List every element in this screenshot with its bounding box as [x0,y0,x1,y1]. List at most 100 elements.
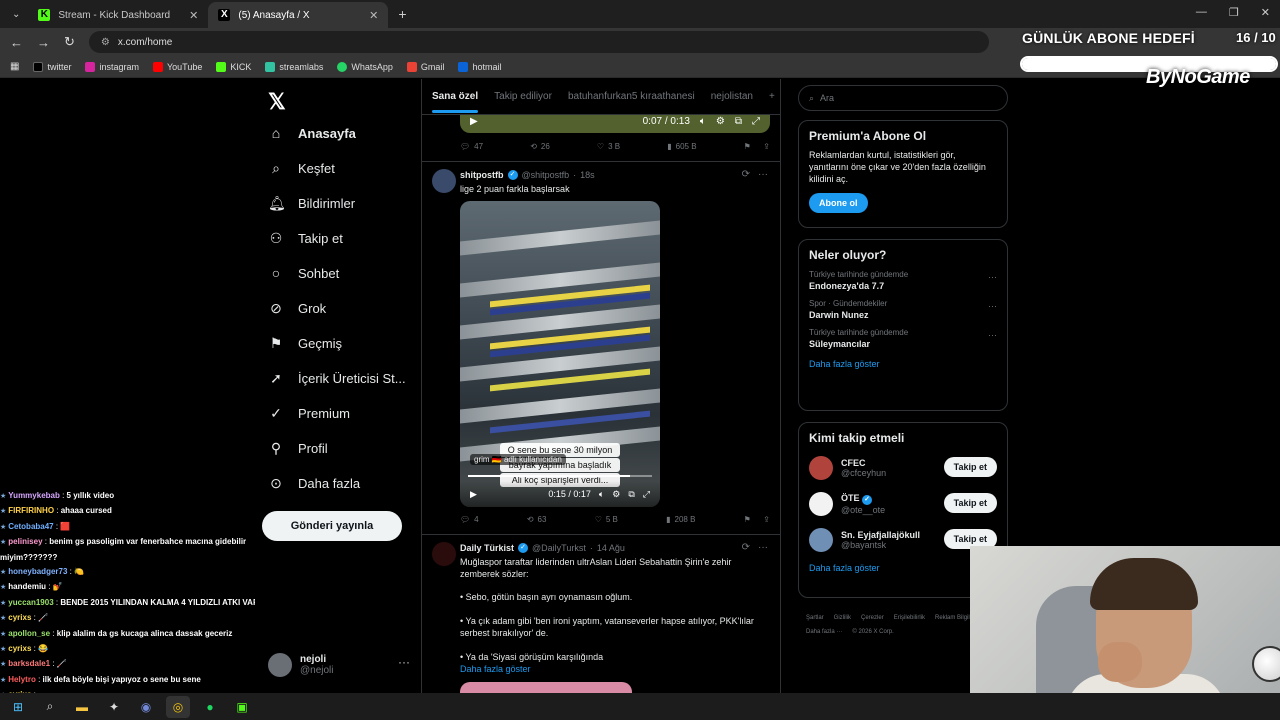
chrome-icon[interactable]: ◎ [166,695,190,718]
account-more-icon[interactable]: ··· [398,655,410,669]
grok-explain-icon[interactable]: ⟳ [742,542,750,553]
play-icon[interactable]: ▶ [470,116,478,127]
bookmark-icon[interactable]: ⚑ [744,142,751,151]
show-more-trends-link[interactable]: Daha fazla göster [809,359,997,369]
reply-button[interactable]: 💬︎ 4 [460,515,479,524]
nav-bookmarks[interactable]: ⚑ Geçmiş [268,335,342,352]
tab-search-chevron-icon[interactable]: ⌄ [4,9,28,28]
browser-tab-x[interactable]: X (5) Anasayfa / X ✕ [208,2,389,28]
share-icon[interactable]: ⇪ [763,142,770,151]
follow-button[interactable]: Takip et [943,457,997,477]
nav-grok[interactable]: ⊘ Grok [268,300,326,317]
search-icon[interactable]: ⌕ [38,696,62,718]
reply-button[interactable]: 💬︎ 47 [460,142,483,151]
show-more-follow-link[interactable]: Daha fazla göster [809,563,997,573]
spotify-icon[interactable]: ● [198,696,222,718]
nav-more[interactable]: ⊙ Daha fazla [268,475,360,492]
more-options-icon[interactable]: ··· [988,301,997,311]
footer-link-cookies[interactable]: Çerezler [861,611,884,625]
nav-explore[interactable]: ⌕ Keşfet [268,160,335,177]
tab-for-you[interactable]: Sana özel [432,91,479,113]
footer-link-accessibility[interactable]: Erişilebilirlik [894,611,925,625]
fullscreen-icon[interactable]: ⤢ [752,116,760,127]
pip-icon[interactable]: ⧉ [735,116,742,127]
avatar[interactable] [432,542,456,566]
share-icon[interactable]: ⇪ [763,515,770,524]
bookmark-gmail[interactable]: Gmail [406,61,444,72]
file-explorer-icon[interactable]: ▬ [70,696,94,718]
x-logo-icon[interactable]: 𝕏 [268,89,286,115]
url-input[interactable]: ⚙ x.com/home [88,31,989,53]
trend-item[interactable]: Türkiye tarihinde gündemde Süleymancılar… [809,328,997,349]
nav-creator-studio[interactable]: ➚ İçerik Üreticisi St... [268,370,406,387]
nav-home[interactable]: ⌂ Anasayfa [268,125,356,141]
author-name[interactable]: shitpostfb [460,170,504,180]
forward-icon[interactable]: → [37,35,50,50]
browser-tab-kick[interactable]: K Stream - Kick Dashboard ✕ [28,2,208,28]
more-options-icon[interactable]: ··· [758,169,768,180]
nav-notifications[interactable]: 🔔︎ Bildirimler [268,195,355,212]
new-tab-button[interactable]: + [388,6,416,28]
tab-list-kiraathane[interactable]: batuhanfurkan5 kıraathanesi [568,91,695,102]
bookmark-streamlabs[interactable]: streamlabs [265,61,323,72]
settings-gear-icon[interactable]: ⚙ [612,489,620,500]
discord-icon[interactable]: ◉ [134,696,158,718]
back-icon[interactable]: ← [10,35,23,50]
follow-suggestion[interactable]: Sn. Eyjafjallajökull @bayantsk Takip et [809,527,997,553]
bookmark-kick[interactable]: KICK [216,61,251,72]
play-icon[interactable]: ▶ [470,489,477,500]
nav-premium[interactable]: ✓ Premium [268,405,350,422]
grok-explain-icon[interactable]: ⟳ [742,169,750,180]
subscribe-button[interactable]: Abone ol [809,193,868,213]
close-icon[interactable]: ✕ [369,9,378,22]
nav-follow[interactable]: ⚇ Takip et [268,230,343,247]
views-button[interactable]: ▮ 208 B [666,515,695,524]
search-input[interactable]: ⌕ Ara [798,85,1008,111]
close-icon[interactable]: ✕ [189,9,198,22]
video-mention-tag[interactable]: grim 🇩🇪 adlı kullanıcıdan [470,454,566,465]
trend-item[interactable]: Spor · Gündemdekiler Darwin Nunez ··· [809,299,997,320]
post-button[interactable]: Gönderi yayınla [262,511,402,541]
bookmark-twitter[interactable]: twitter [33,61,71,72]
post-image[interactable] [460,682,632,693]
bookmark-whatsapp[interactable]: WhatsApp [337,61,393,72]
apps-grid-icon[interactable]: ▦ [10,61,19,72]
footer-link-privacy[interactable]: Gizlilik [834,611,851,625]
nav-profile[interactable]: ⚲ Profil [268,440,328,457]
repost-button[interactable]: ⟲ 63 [527,515,547,524]
tab-list-nejolistan[interactable]: nejolistan [711,91,753,102]
follow-suggestion[interactable]: CFEC @cfceyhun Takip et [809,455,997,481]
like-button[interactable]: ♡ 5 B [595,515,618,524]
footer-link-more[interactable]: Daha fazla ··· [806,625,842,639]
volume-icon[interactable]: 🔈︎ [599,489,604,500]
settings-gear-icon[interactable]: ⚙ [716,116,725,127]
fullscreen-icon[interactable]: ⤢ [643,489,650,500]
add-tab-icon[interactable]: + [769,91,775,102]
author-name[interactable]: Daily Türkist [460,543,514,553]
show-more-link[interactable]: Daha fazla göster [460,663,770,675]
site-info-icon[interactable]: ⚙ [101,37,110,48]
windows-start-icon[interactable]: ⊞ [6,696,30,718]
pip-icon[interactable]: ⧉ [628,489,634,500]
bookmark-instagram[interactable]: instagram [85,61,139,72]
close-window-icon[interactable]: ✕ [1261,6,1270,19]
views-button[interactable]: ▮ 605 B [667,142,696,151]
repost-button[interactable]: ⟲ 26 [530,142,550,151]
post-time[interactable]: 14 Ağu [597,543,625,553]
follow-suggestion[interactable]: ÖTE ✓ @ote__ote Takip et [809,491,997,517]
nav-chat[interactable]: ○ Sohbet [268,265,339,281]
post-video[interactable]: O sene bu sene 30 milyon bayrak yapımına… [460,201,660,507]
post-time[interactable]: 18s [580,170,595,180]
volume-icon[interactable]: 🔈︎ [700,116,706,127]
author-handle[interactable]: @shitpostfb [522,170,570,180]
restore-icon[interactable]: ❐ [1229,6,1239,19]
author-handle[interactable]: @DailyTurkst [532,543,586,553]
like-button[interactable]: ♡ 3 B [597,142,620,151]
app-icon[interactable]: ✦ [102,696,126,718]
tab-following[interactable]: Takip ediliyor [494,91,552,102]
account-switcher[interactable]: nejoli @nejoli [268,653,334,677]
video-progress-bar[interactable] [468,475,652,477]
bookmark-hotmail[interactable]: hotmail [458,61,501,72]
bookmark-icon[interactable]: ⚑ [744,515,751,524]
obs-icon[interactable]: ▣ [230,696,254,718]
